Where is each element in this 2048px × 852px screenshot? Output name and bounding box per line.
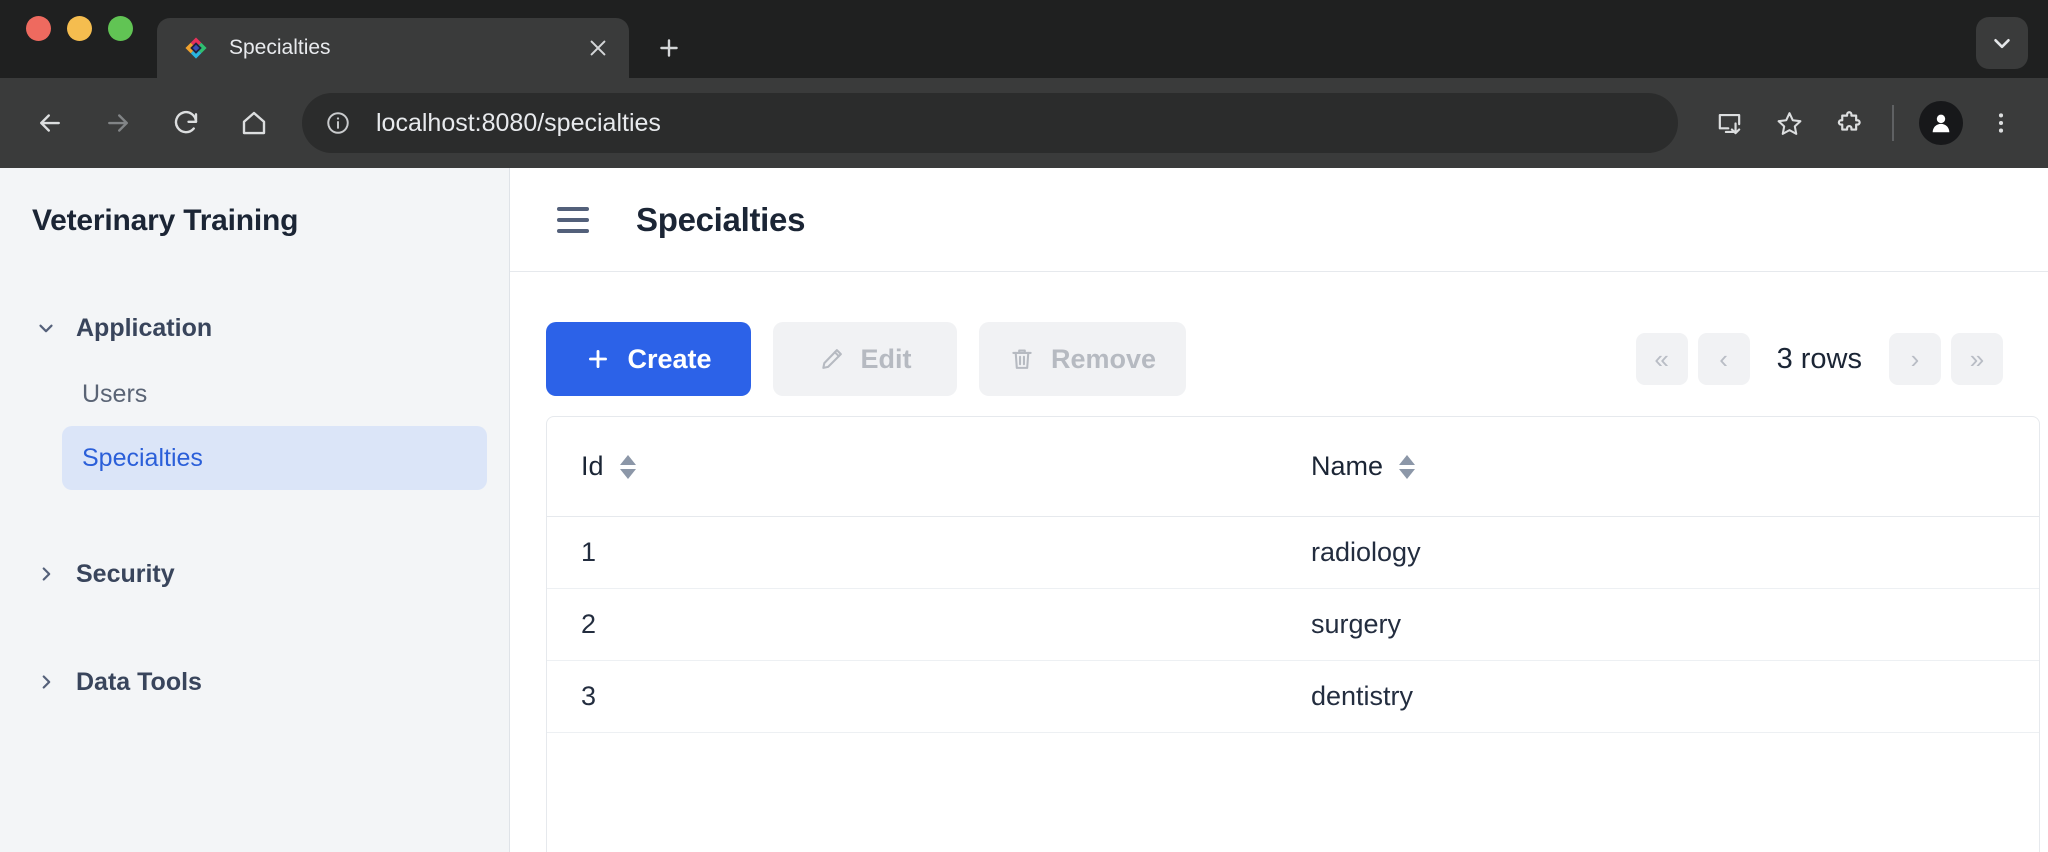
page-title: Specialties — [636, 201, 805, 239]
back-arrow-icon[interactable] — [24, 97, 76, 149]
cell-name: radiology — [1277, 537, 2039, 568]
column-header-label: Name — [1311, 451, 1383, 482]
last-page-button[interactable]: » — [1951, 333, 2003, 385]
sidebar-spacer — [0, 490, 509, 546]
chevron-right-icon — [32, 668, 60, 696]
toolbar-divider — [1892, 105, 1894, 141]
address-bar[interactable]: localhost:8080/specialties — [302, 93, 1678, 153]
tab-title: Specialties — [229, 36, 581, 60]
puzzle-piece-icon[interactable] — [1822, 96, 1876, 150]
profile-avatar-icon[interactable] — [1914, 96, 1968, 150]
minimize-window-button[interactable] — [67, 16, 92, 41]
sidebar-item-label: Users — [82, 380, 147, 409]
info-circle-icon[interactable] — [316, 101, 360, 145]
first-page-button[interactable]: « — [1636, 333, 1688, 385]
previous-page-button[interactable]: ‹ — [1698, 333, 1750, 385]
table-row[interactable]: 2 surgery — [547, 589, 2039, 661]
plus-icon — [585, 346, 611, 372]
column-header-id[interactable]: Id — [547, 451, 1277, 482]
data-table: Id Name 1 radiology — [546, 416, 2040, 852]
home-icon[interactable] — [228, 97, 280, 149]
close-window-button[interactable] — [26, 16, 51, 41]
sidebar-group-label: Data Tools — [76, 668, 202, 697]
hamburger-icon[interactable] — [546, 193, 600, 247]
browser-tab[interactable]: Specialties — [157, 18, 629, 78]
chevron-right-icon — [32, 560, 60, 588]
chevron-down-icon — [32, 314, 60, 342]
sidebar: Veterinary Training Application Users Sp… — [0, 168, 510, 852]
sidebar-group-label: Application — [76, 314, 212, 343]
create-button[interactable]: Create — [546, 322, 751, 396]
window-traffic-lights — [26, 0, 133, 78]
pagination: « ‹ 3 rows › » — [1631, 333, 2008, 385]
next-page-button[interactable]: › — [1889, 333, 1941, 385]
sidebar-item-users[interactable]: Users — [62, 362, 487, 426]
diamond-logo-icon — [183, 35, 209, 61]
maximize-window-button[interactable] — [108, 16, 133, 41]
star-icon[interactable] — [1762, 96, 1816, 150]
edit-button-label: Edit — [861, 344, 912, 375]
cell-id: 1 — [547, 537, 1277, 568]
create-button-label: Create — [627, 344, 711, 375]
three-dot-menu-icon[interactable] — [1974, 96, 2028, 150]
main-header: Specialties — [510, 168, 2048, 272]
remove-button[interactable]: Remove — [979, 322, 1186, 396]
avatar — [1919, 101, 1963, 145]
sidebar-group-application[interactable]: Application — [0, 300, 509, 356]
column-header-name[interactable]: Name — [1277, 451, 2039, 482]
main-panel: Specialties Create — [510, 168, 2048, 852]
sidebar-group-security[interactable]: Security — [0, 546, 509, 602]
new-tab-button[interactable] — [647, 26, 691, 70]
sidebar-item-specialties[interactable]: Specialties — [62, 426, 487, 490]
app-brand-title: Veterinary Training — [0, 204, 509, 238]
pencil-icon — [819, 346, 845, 372]
browser-window: Specialties — [0, 0, 2048, 852]
edit-button[interactable]: Edit — [773, 322, 957, 396]
sidebar-item-label: Specialties — [82, 444, 203, 473]
table-header-row: Id Name — [547, 417, 2039, 517]
url-text: localhost:8080/specialties — [376, 109, 661, 138]
reload-icon[interactable] — [160, 97, 212, 149]
tab-list-dropdown-button[interactable] — [1976, 17, 2028, 69]
browser-toolbar: localhost:8080/specialties — [0, 78, 2048, 168]
table-row[interactable]: 1 radiology — [547, 517, 2039, 589]
sidebar-group-label: Security — [76, 560, 175, 589]
tab-strip: Specialties — [0, 0, 2048, 78]
install-app-icon[interactable] — [1702, 96, 1756, 150]
cell-name: dentistry — [1277, 681, 2039, 712]
cell-id: 2 — [547, 609, 1277, 640]
action-toolbar: Create Edit — [510, 272, 2048, 398]
close-tab-button[interactable] — [581, 31, 615, 65]
cell-id: 3 — [547, 681, 1277, 712]
column-header-label: Id — [581, 451, 604, 482]
table-row[interactable]: 3 dentistry — [547, 661, 2039, 733]
cell-name: surgery — [1277, 609, 2039, 640]
trash-icon — [1009, 346, 1035, 372]
remove-button-label: Remove — [1051, 344, 1156, 375]
sort-toggle-icon[interactable] — [620, 455, 636, 479]
page-content: Veterinary Training Application Users Sp… — [0, 168, 2048, 852]
row-count-label: 3 rows — [1777, 343, 1862, 376]
forward-arrow-icon[interactable] — [92, 97, 144, 149]
sidebar-spacer — [0, 608, 509, 654]
sort-toggle-icon[interactable] — [1399, 455, 1415, 479]
sidebar-group-data-tools[interactable]: Data Tools — [0, 654, 509, 710]
